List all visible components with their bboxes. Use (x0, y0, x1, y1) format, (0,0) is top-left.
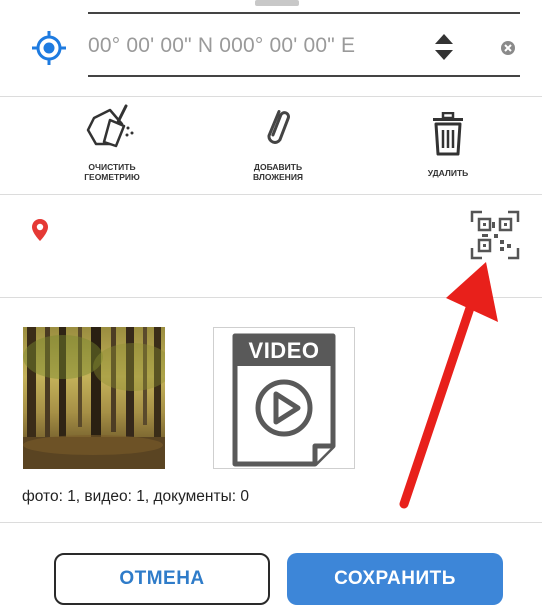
video-thumbnail[interactable]: VIDEO (213, 327, 355, 469)
add-attachments-label: ДОБАВИТЬ ВЛОЖЕНИЯ (252, 162, 304, 182)
add-attachments-button[interactable]: ДОБАВИТЬ ВЛОЖЕНИЯ (228, 100, 328, 192)
top-divider (88, 12, 520, 14)
attachment-counts: фото: 1, видео: 1, документы: 0 (22, 488, 249, 505)
trash-icon (430, 111, 466, 156)
divider (0, 194, 542, 195)
photo-thumbnail[interactable] (23, 327, 165, 469)
divider (0, 522, 542, 523)
delete-label: УДАЛИТЬ (427, 168, 469, 178)
clear-geometry-button[interactable]: ОЧИСТИТЬ ГЕОМЕТРИЮ (62, 100, 162, 192)
clear-geometry-icon (80, 102, 140, 154)
qr-scan-icon[interactable] (470, 210, 520, 260)
save-button[interactable]: СОХРАНИТЬ (287, 553, 503, 605)
clear-input-icon[interactable] (500, 40, 516, 56)
delete-button[interactable]: УДАЛИТЬ (398, 100, 498, 192)
video-label: VIDEO (248, 338, 320, 363)
cancel-button[interactable]: ОТМЕНА (54, 553, 270, 605)
drag-handle[interactable] (255, 0, 299, 6)
annotation-arrow (390, 262, 510, 512)
sort-stepper-icon[interactable] (433, 32, 455, 62)
divider (0, 96, 542, 97)
coordinates-input[interactable]: 00° 00' 00" N 000° 00' 00" E (88, 34, 355, 58)
location-pin-icon[interactable] (31, 218, 49, 242)
gps-locate-icon[interactable] (31, 30, 67, 66)
clear-geometry-label: ОЧИСТИТЬ ГЕОМЕТРИЮ (84, 162, 140, 182)
paperclip-icon (258, 104, 298, 154)
coordinates-underline (88, 75, 520, 77)
